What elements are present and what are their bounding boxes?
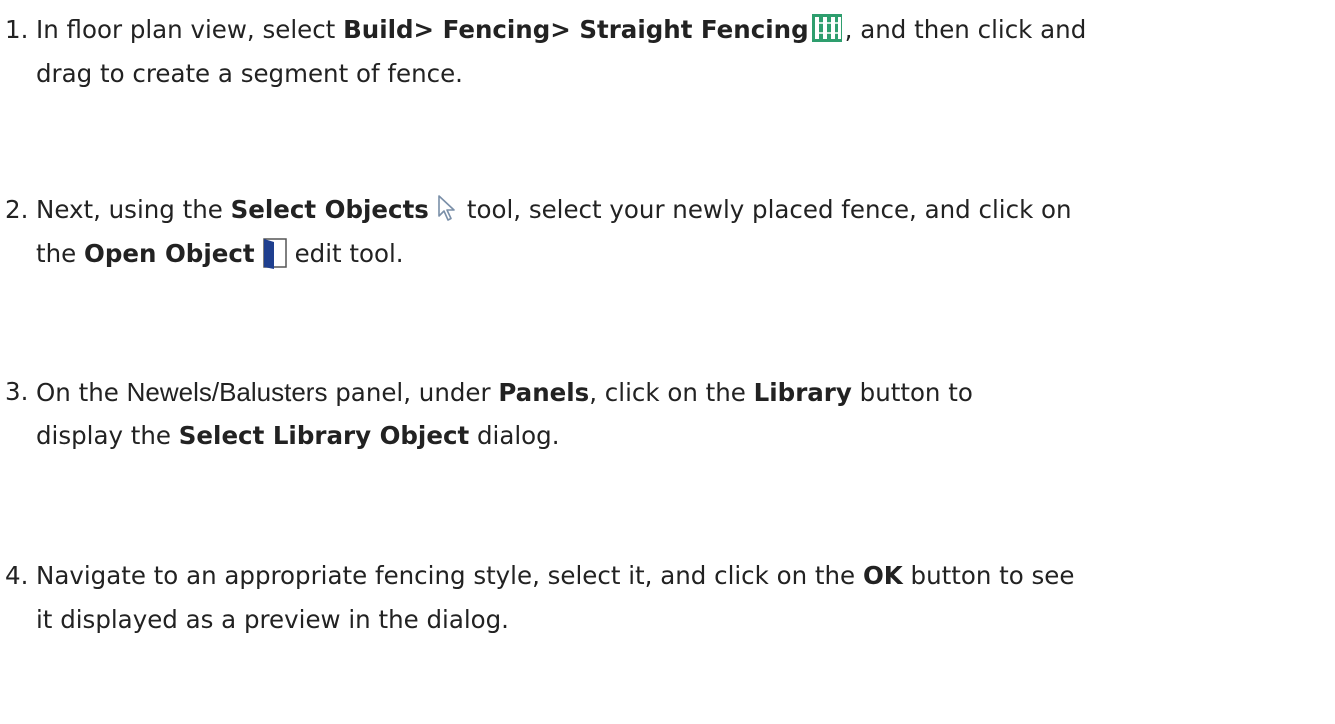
step-number: 1. bbox=[5, 15, 29, 44]
tool-name-select-objects: Select Objects bbox=[230, 195, 429, 224]
step-4-line-2: it displayed as a preview in the dialog. bbox=[36, 605, 509, 634]
open-object-door-icon bbox=[261, 237, 289, 269]
step-2-line-1: Next, using the Select Objects tool, sel… bbox=[36, 194, 1072, 224]
tool-name-open-object: Open Object bbox=[84, 239, 255, 268]
step-number: 2. bbox=[5, 195, 29, 224]
step-4-line-1: Navigate to an appropriate fencing style… bbox=[36, 561, 1075, 590]
step-3-line-1: On the Newels/Balusters panel, under Pan… bbox=[36, 377, 973, 407]
section-name-panels: Panels bbox=[498, 378, 590, 407]
button-name-library: Library bbox=[753, 378, 852, 407]
step-1-line-1: In floor plan view, select Build> Fencin… bbox=[36, 13, 1087, 44]
step-3-line-2: display the Select Library Object dialog… bbox=[36, 421, 560, 450]
step-1-line-2: drag to create a segment of fence. bbox=[36, 59, 463, 88]
select-objects-arrow-icon bbox=[435, 194, 463, 224]
step-number: 4. bbox=[5, 561, 29, 590]
step-number: 3. bbox=[5, 377, 29, 406]
menu-path: Build> Fencing> Straight Fencing bbox=[343, 15, 809, 44]
dialog-name-select-library-object: Select Library Object bbox=[178, 421, 470, 450]
straight-fencing-icon bbox=[811, 13, 843, 43]
button-name-ok: OK bbox=[862, 561, 903, 590]
step-2-line-2: the Open Object edit tool. bbox=[36, 237, 404, 269]
instruction-steps: 1. In floor plan view, select Build> Fen… bbox=[0, 0, 1335, 724]
panel-name: Newels/Balusters bbox=[126, 377, 328, 407]
